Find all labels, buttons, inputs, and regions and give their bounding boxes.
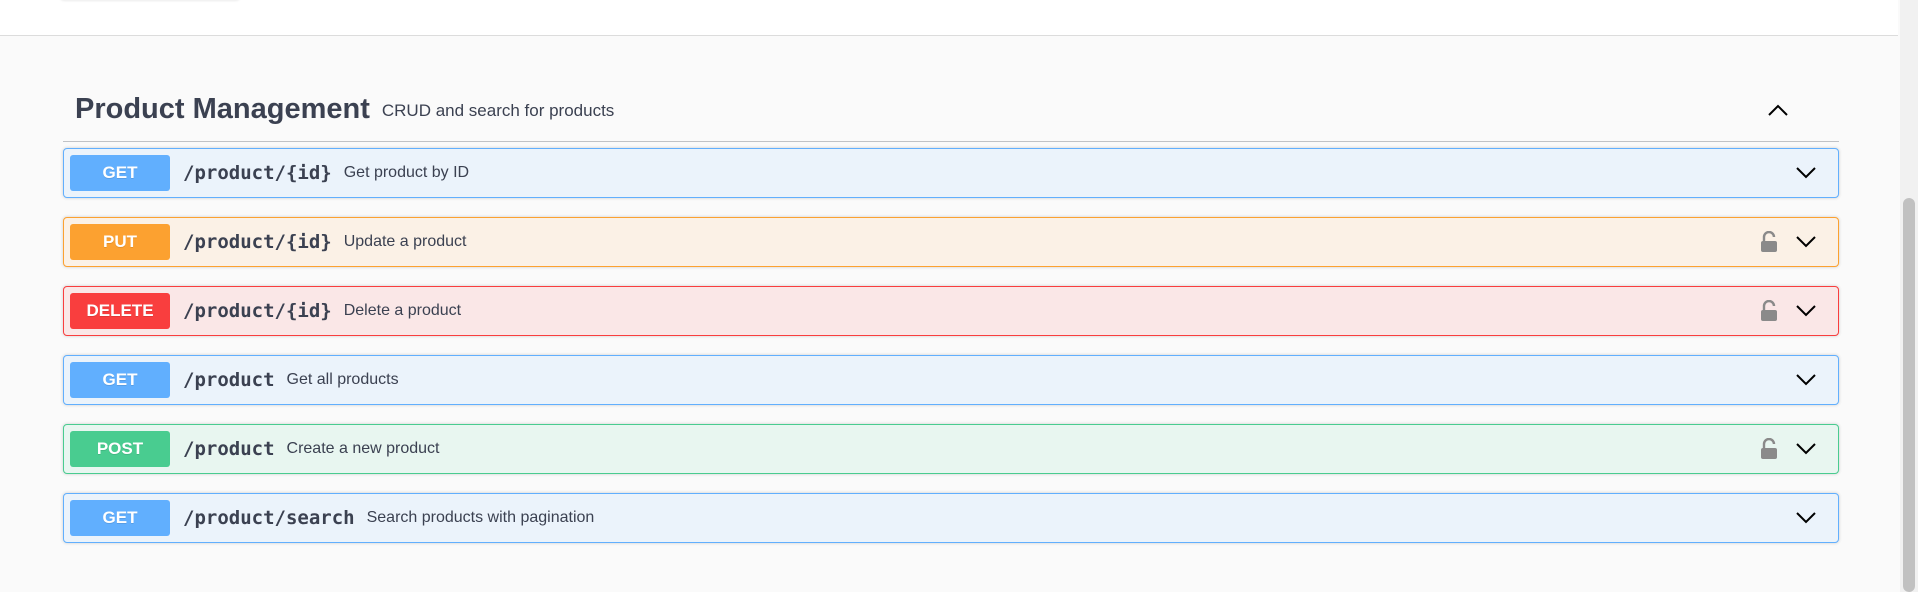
operation-summary: Create a new product bbox=[286, 440, 440, 457]
method-badge: PUT bbox=[70, 224, 170, 260]
operation-path: /product bbox=[183, 369, 275, 391]
chevron-down-icon[interactable] bbox=[1792, 297, 1820, 325]
vertical-scrollbar[interactable] bbox=[1900, 0, 1918, 592]
tag-description: CRUD and search for products bbox=[381, 100, 615, 120]
operation-summary: Get product by ID bbox=[343, 164, 470, 181]
operation-controls bbox=[1758, 228, 1820, 256]
lock-icon[interactable] bbox=[1758, 299, 1780, 323]
operation-controls bbox=[1758, 435, 1820, 463]
operation-update-product[interactable]: PUT /product/{id} Update a product bbox=[63, 217, 1839, 267]
tag-section-product-management: Product Management CRUD and search for p… bbox=[63, 78, 1839, 562]
operation-delete-product[interactable]: DELETE /product/{id} Delete a product bbox=[63, 286, 1839, 336]
operation-summary: Get all products bbox=[286, 371, 399, 388]
operations-list: GET /product/{id} Get product by ID PUT … bbox=[63, 148, 1839, 543]
lock-icon[interactable] bbox=[1758, 230, 1780, 254]
lock-icon[interactable] bbox=[1758, 437, 1780, 461]
operation-path: /product/{id} bbox=[183, 300, 332, 322]
method-badge: GET bbox=[70, 155, 170, 191]
operation-create-product[interactable]: POST /product Create a new product bbox=[63, 424, 1839, 474]
tag-header[interactable]: Product Management CRUD and search for p… bbox=[63, 78, 1839, 142]
operation-path: /product/{id} bbox=[183, 162, 332, 184]
operation-get-all-products[interactable]: GET /product Get all products bbox=[63, 355, 1839, 405]
operation-path: /product/search bbox=[183, 507, 355, 529]
chevron-down-icon[interactable] bbox=[1792, 228, 1820, 256]
chevron-up-icon bbox=[1768, 104, 1788, 116]
operation-summary: Update a product bbox=[343, 233, 467, 250]
operation-path: /product bbox=[183, 438, 275, 460]
scrollbar-thumb[interactable] bbox=[1903, 198, 1915, 592]
operation-get-product-by-id[interactable]: GET /product/{id} Get product by ID bbox=[63, 148, 1839, 198]
top-bar bbox=[0, 0, 1898, 36]
method-badge: GET bbox=[70, 362, 170, 398]
method-badge: POST bbox=[70, 431, 170, 467]
operation-controls bbox=[1792, 504, 1820, 532]
collapse-button[interactable] bbox=[1761, 93, 1795, 127]
operation-summary: Search products with pagination bbox=[366, 509, 595, 526]
operation-summary: Delete a product bbox=[343, 302, 462, 319]
chevron-down-icon[interactable] bbox=[1792, 435, 1820, 463]
tag-title: Product Management bbox=[75, 93, 370, 125]
method-badge: GET bbox=[70, 500, 170, 536]
chevron-down-icon[interactable] bbox=[1792, 159, 1820, 187]
chevron-down-icon[interactable] bbox=[1792, 366, 1820, 394]
operation-controls bbox=[1792, 159, 1820, 187]
operation-search-products[interactable]: GET /product/search Search products with… bbox=[63, 493, 1839, 543]
operation-path: /product/{id} bbox=[183, 231, 332, 253]
operation-controls bbox=[1758, 297, 1820, 325]
operation-controls bbox=[1792, 366, 1820, 394]
chevron-down-icon[interactable] bbox=[1792, 504, 1820, 532]
method-badge: DELETE bbox=[70, 293, 170, 329]
